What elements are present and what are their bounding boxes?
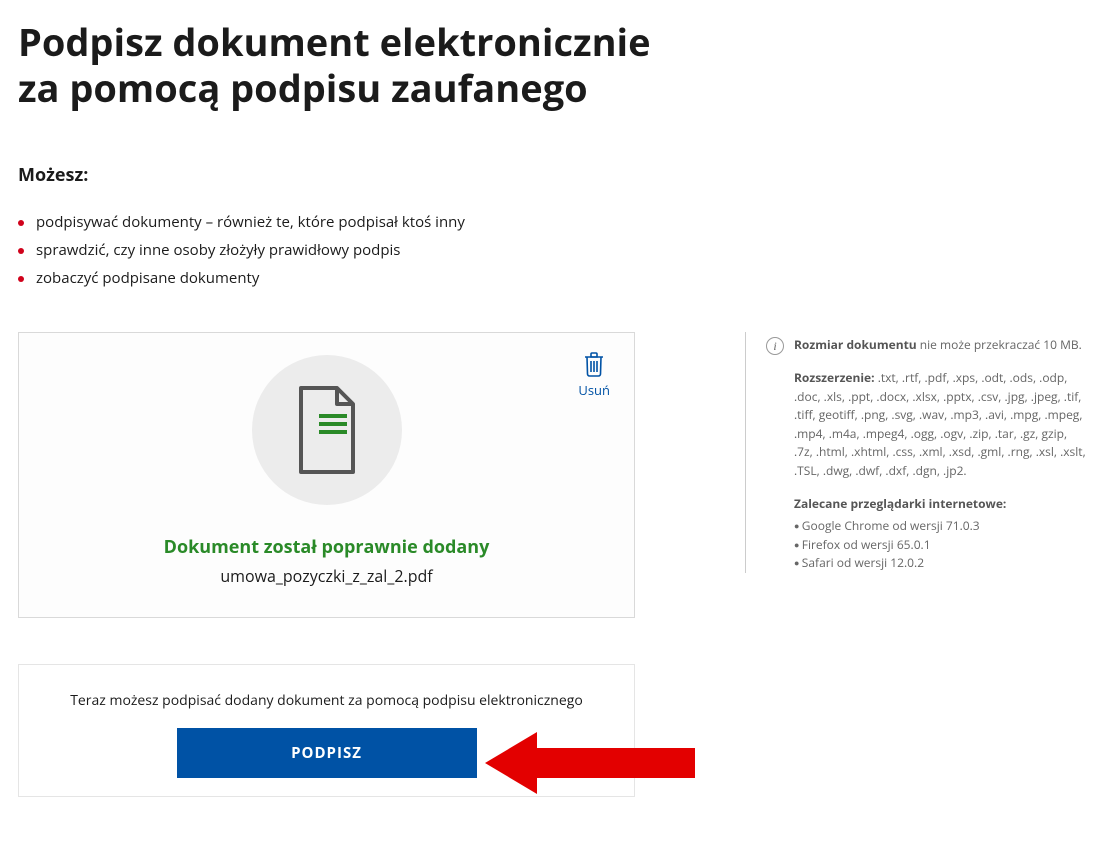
sign-panel: Teraz możesz podpisać dodany dokument za…: [18, 664, 635, 797]
feature-list: podpisywać dokumenty – również te, które…: [18, 209, 1087, 292]
document-icon-circle: [252, 355, 402, 505]
upload-success-message: Dokument został poprawnie dodany: [41, 535, 612, 559]
feature-item: sprawdzić, czy inne osoby złożyły prawid…: [18, 237, 1087, 265]
page-title: Podpisz dokument elektronicznie za pomoc…: [18, 20, 738, 111]
sign-instruction: Teraz możesz podpisać dodany dokument za…: [45, 691, 608, 710]
capabilities-heading: Możesz:: [18, 163, 1087, 187]
feature-item: zobaczyć podpisane dokumenty: [18, 265, 1087, 293]
browsers-section: Zalecane przeglądarki internetowe: Googl…: [794, 495, 1087, 573]
browser-item: Firefox od wersji 65.0.1: [794, 536, 1087, 555]
feature-item: podpisywać dokumenty – również te, które…: [18, 209, 1087, 237]
extensions-note: Rozszerzenie: .txt, .rtf, .pdf, .xps, .o…: [794, 369, 1087, 481]
uploaded-filename: umowa_pozyczki_z_zal_2.pdf: [41, 565, 612, 587]
info-sidebar: i Rozmiar dokumentu nie może przekraczać…: [745, 332, 1087, 573]
uploaded-document-panel: Usuń Dokument został poprawnie dodany um…: [18, 332, 635, 618]
browser-item: Safari od wersji 12.0.2: [794, 554, 1087, 573]
doc-size-label: Rozmiar dokumentu: [794, 336, 917, 353]
document-icon: [291, 386, 363, 474]
title-line-2: za pomocą podpisu zaufanego: [18, 66, 738, 112]
sign-button[interactable]: PODPISZ: [177, 728, 477, 778]
callout-arrow-icon: [485, 728, 705, 798]
info-icon: i: [766, 337, 784, 355]
doc-size-note: Rozmiar dokumentu nie może przekraczać 1…: [794, 336, 1087, 355]
doc-size-text: nie może przekraczać 10 MB.: [917, 336, 1082, 353]
browsers-label: Zalecane przeglądarki internetowe:: [794, 495, 1006, 512]
trash-icon: [583, 351, 605, 377]
delete-document-button[interactable]: Usuń: [578, 351, 610, 399]
browser-item: Google Chrome od wersji 71.0.3: [794, 517, 1087, 536]
extensions-label: Rozszerzenie:: [794, 369, 875, 386]
title-line-1: Podpisz dokument elektronicznie: [18, 20, 738, 66]
delete-label: Usuń: [578, 381, 610, 399]
